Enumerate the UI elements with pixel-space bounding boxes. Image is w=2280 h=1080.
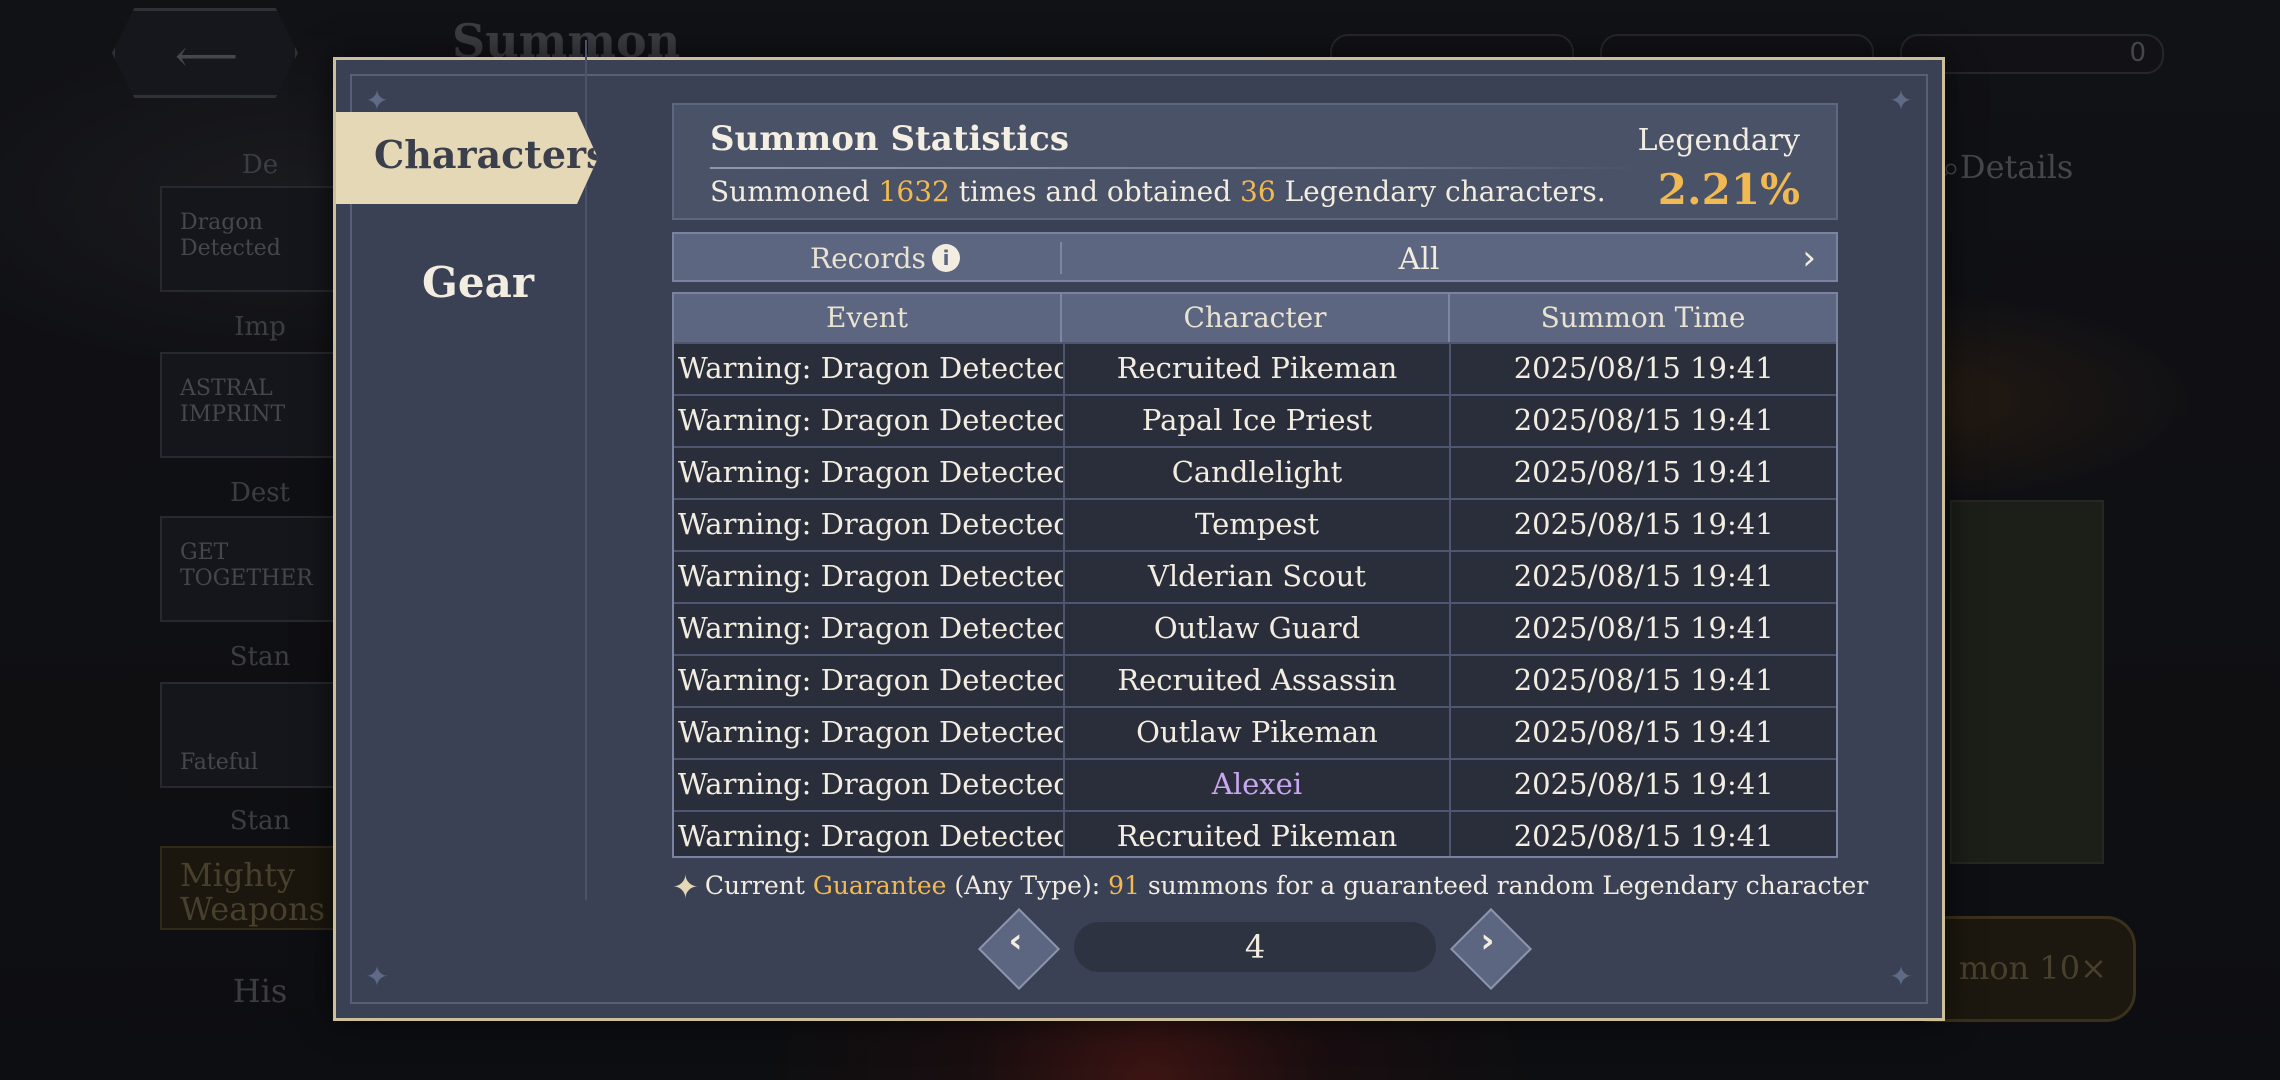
table-row: Warning: Dragon Detected Candlelight 2025/… — [674, 446, 1836, 498]
guarantee-prefix: Current — [704, 871, 813, 900]
header-character: Character — [1062, 294, 1450, 342]
event-cell: Warning: Dragon Detected — [674, 760, 1065, 810]
character-cell: Candlelight — [1065, 448, 1452, 498]
table-row: Warning: Dragon Detected Outlaw Pikeman 20… — [674, 706, 1836, 758]
guarantee-middle: (Any Type): — [946, 871, 1109, 900]
table-header: Event Character Summon Time — [674, 294, 1836, 342]
tab-characters[interactable]: Characters — [336, 112, 598, 204]
character-cell: Alexei — [1065, 760, 1452, 810]
stats-summary: Summoned 1632 times and obtained 36 Lege… — [710, 175, 1606, 208]
records-label: Records — [810, 242, 926, 275]
guarantee-keyword: Guarantee — [812, 871, 947, 900]
guarantee-count: 91 — [1108, 871, 1140, 900]
event-cell: Warning: Dragon Detected — [674, 604, 1065, 654]
summon-time-cell: 2025/08/15 19:41 — [1513, 611, 1774, 645]
summon-time-cell: 2025/08/15 19:41 — [1513, 715, 1774, 749]
character-cell: Papal Ice Priest — [1065, 396, 1452, 446]
character-cell: Outlaw Pikeman — [1065, 708, 1452, 758]
corner-ornament-icon: ✦ — [365, 84, 389, 117]
stats-suffix: Legendary characters. — [1275, 175, 1606, 208]
character-cell: Vlderian Scout — [1065, 552, 1452, 602]
chevron-right-icon: › — [1480, 921, 1495, 962]
records-filter-value[interactable]: All — [1062, 242, 1776, 277]
table-row: Warning: Dragon Detected Recruited Pikema… — [674, 810, 1836, 856]
table-row: Warning: Dragon Detected Tempest 2025/08/1… — [674, 498, 1836, 550]
table-row: Warning: Dragon Detected Outlaw Guard 2025… — [674, 602, 1836, 654]
event-cell: Warning: Dragon Detected — [674, 500, 1065, 550]
character-cell: Recruited Pikeman — [1065, 812, 1452, 856]
table-row: Warning: Dragon Detected Papal Ice Priest… — [674, 394, 1836, 446]
guarantee-suffix: summons for a guaranteed random Legendar… — [1139, 871, 1869, 900]
info-icon[interactable]: i — [932, 244, 960, 272]
chevron-left-icon: ‹ — [1008, 921, 1023, 962]
sparkle-icon: ✦ — [672, 868, 699, 906]
event-cell: Warning: Dragon Detected — [674, 448, 1065, 498]
event-cell: Warning: Dragon Detected — [674, 812, 1065, 856]
corner-ornament-icon: ✦ — [1889, 960, 1913, 993]
stats-title: Summon Statistics — [710, 119, 1069, 159]
character-cell: Tempest — [1065, 500, 1452, 550]
chevron-right-icon[interactable]: › — [1802, 238, 1816, 278]
event-cell: Warning: Dragon Detected — [674, 656, 1065, 706]
event-cell: Warning: Dragon Detected — [674, 344, 1065, 394]
event-cell: Warning: Dragon Detected — [674, 552, 1065, 602]
summon-time-cell: 2025/08/15 19:41 — [1513, 819, 1774, 853]
summon-time-cell: 2025/08/15 19:41 — [1513, 403, 1774, 437]
event-cell: Warning: Dragon Detected — [674, 708, 1065, 758]
stats-middle: times and obtained — [949, 175, 1241, 208]
summon-time-cell: 2025/08/15 19:41 — [1513, 351, 1774, 385]
legendary-label: Legendary — [1637, 123, 1800, 158]
corner-ornament-icon: ✦ — [365, 960, 389, 993]
table-body[interactable]: Warning: Dragon Detected Recruited Pikema… — [674, 342, 1836, 856]
page-number: 4 — [1074, 922, 1436, 972]
event-cell: Warning: Dragon Detected — [674, 396, 1065, 446]
table-row: Warning: Dragon Detected Vlderian Scout 20… — [674, 550, 1836, 602]
records-table[interactable]: Event Character Summon Time Warning: Dra… — [672, 292, 1838, 858]
summon-time-cell: 2025/08/15 19:41 — [1513, 559, 1774, 593]
records-filter-bar[interactable]: Records i All › — [672, 232, 1838, 282]
summon-statistics-panel: Summon Statistics Summoned 1632 times an… — [672, 103, 1838, 220]
stats-prefix: Summoned — [710, 175, 879, 208]
summon-count: 1632 — [878, 175, 950, 208]
guarantee-note: ✦ Current Guarantee (Any Type): 91 summon… — [672, 868, 1868, 906]
summon-time-cell: 2025/08/15 19:41 — [1513, 455, 1774, 489]
tab-characters-label: Characters — [374, 132, 608, 177]
legendary-count: 36 — [1240, 175, 1276, 208]
table-row: Warning: Dragon Detected Recruited Pikema… — [674, 342, 1836, 394]
header-event: Event — [674, 294, 1062, 342]
character-cell: Recruited Assassin — [1065, 656, 1452, 706]
tab-gear[interactable]: Gear — [336, 258, 620, 307]
table-row: Warning: Dragon Detected Recruited Assass… — [674, 654, 1836, 706]
corner-ornament-icon: ✦ — [1889, 84, 1913, 117]
summon-time-cell: 2025/08/15 19:41 — [1513, 507, 1774, 541]
header-summon-time: Summon Time — [1540, 301, 1746, 334]
table-row: Warning: Dragon Detected Alexei 2025/08/15… — [674, 758, 1836, 810]
summon-time-cell: 2025/08/15 19:41 — [1513, 663, 1774, 697]
character-cell: Outlaw Guard — [1065, 604, 1452, 654]
summon-time-cell: 2025/08/15 19:41 — [1513, 767, 1774, 801]
legendary-rate: 2.21% — [1657, 165, 1800, 214]
character-cell: Recruited Pikeman — [1065, 344, 1452, 394]
stats-divider — [710, 167, 1640, 169]
